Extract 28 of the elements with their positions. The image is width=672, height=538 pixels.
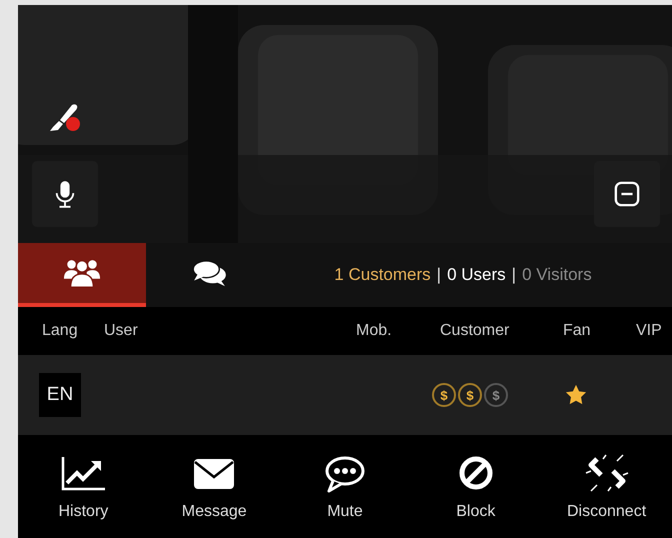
block-button[interactable]: Block: [410, 435, 542, 538]
customers-count: 1 Customers: [334, 265, 431, 285]
users-icon: [63, 257, 101, 289]
users-tab[interactable]: [18, 243, 146, 307]
chat-icon: [192, 259, 228, 287]
column-header: Mob.: [356, 322, 393, 340]
users-count: 0 Users: [447, 265, 506, 285]
column-header: Fan: [563, 322, 592, 340]
separator: |: [436, 265, 442, 285]
coin-badge: $: [484, 383, 508, 407]
visitors-count: 0 Visitors: [522, 265, 592, 285]
disconnect-button[interactable]: Disconnect: [541, 435, 672, 538]
microphone-icon: [54, 179, 76, 209]
column-header: VIP: [636, 322, 663, 340]
mute-button[interactable]: Mute: [280, 435, 410, 538]
column-header: Lang: [41, 322, 79, 340]
separator: |: [512, 265, 516, 285]
history-button[interactable]: History: [18, 435, 149, 538]
minimize-icon: [614, 181, 640, 207]
column-header: Customer: [440, 322, 510, 340]
minimize-button[interactable]: [594, 161, 660, 227]
microphone-button[interactable]: [32, 161, 98, 227]
language-badge: EN: [39, 373, 81, 417]
coin-badge: $: [432, 383, 456, 407]
message-button[interactable]: Message: [148, 435, 280, 538]
column-header: User: [104, 322, 139, 340]
table-row[interactable]: EN $ $ $: [18, 355, 672, 435]
coin-badge: $: [458, 383, 482, 407]
